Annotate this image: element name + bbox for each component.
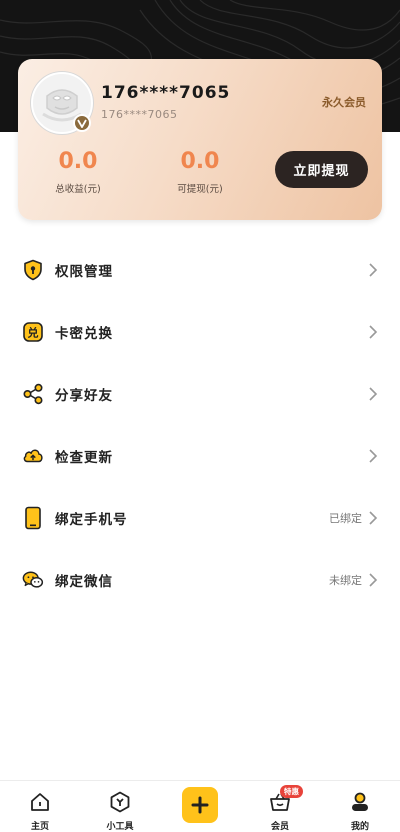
chevron-right-icon xyxy=(368,448,378,464)
chevron-right-icon xyxy=(368,386,378,402)
chevron-right-icon xyxy=(368,510,378,526)
menu-item-bind-wechat[interactable]: 绑定微信 未绑定 xyxy=(0,549,400,611)
cloud-upload-icon xyxy=(22,445,44,467)
user-id: 176****7065 xyxy=(101,108,178,121)
bottom-nav: 主页 小工具 特惠 会员 我的 xyxy=(0,780,400,832)
member-level-label: 永久会员 xyxy=(322,96,366,109)
menu-item-card-exchange[interactable]: 兑 卡密兑换 xyxy=(0,301,400,363)
menu-item-label: 绑定手机号 xyxy=(55,512,128,528)
nav-home[interactable]: 主页 xyxy=(10,781,70,832)
member-promo-badge: 特惠 xyxy=(280,785,303,798)
user-icon xyxy=(349,791,371,813)
tools-hexagon-icon xyxy=(109,791,131,813)
withdraw-button[interactable]: 立即提现 xyxy=(275,151,368,188)
chevron-right-icon xyxy=(368,324,378,340)
wechat-icon xyxy=(22,569,44,591)
menu-item-label: 绑定微信 xyxy=(55,574,113,590)
menu-item-label: 权限管理 xyxy=(55,264,113,280)
exchange-icon-glyph: 兑 xyxy=(28,326,39,340)
add-button[interactable] xyxy=(182,787,218,823)
exchange-icon: 兑 xyxy=(22,321,44,343)
menu-item-share-friends[interactable]: 分享好友 xyxy=(0,363,400,425)
menu-item-label: 检查更新 xyxy=(55,450,113,466)
plus-icon xyxy=(191,796,209,814)
share-icon xyxy=(22,383,44,405)
nav-member[interactable]: 特惠 会员 xyxy=(250,781,310,832)
chevron-right-icon xyxy=(368,262,378,278)
menu-item-label: 卡密兑换 xyxy=(55,326,113,342)
withdrawable-label: 可提现(元) xyxy=(177,184,223,195)
menu-item-permissions[interactable]: 权限管理 xyxy=(0,239,400,301)
nav-tools-label: 小工具 xyxy=(106,822,134,832)
nav-home-label: 主页 xyxy=(30,822,49,832)
shield-icon xyxy=(22,259,44,281)
home-icon xyxy=(29,791,51,813)
chevron-right-icon xyxy=(368,572,378,588)
wechat-bind-status: 未绑定 xyxy=(329,574,362,587)
nav-mine-label: 我的 xyxy=(350,822,369,832)
withdrawable-stat: 0.0 可提现(元) xyxy=(160,149,240,195)
nav-mine[interactable]: 我的 xyxy=(330,781,390,832)
settings-menu: 权限管理 兑 卡密兑换 分享好友 检查更新 绑定手机号 已绑定 绑定微信 未绑定 xyxy=(0,239,400,611)
total-income-value: 0.0 xyxy=(58,149,98,174)
menu-item-check-update[interactable]: 检查更新 xyxy=(0,425,400,487)
member-card: 176****7065 176****7065 永久会员 0.0 总收益(元) … xyxy=(18,59,382,220)
total-income-stat: 0.0 总收益(元) xyxy=(38,149,118,195)
vip-badge-icon xyxy=(73,114,91,132)
phone-icon xyxy=(22,506,44,530)
nav-member-label: 会员 xyxy=(270,822,289,832)
phone-bind-status: 已绑定 xyxy=(329,512,362,525)
withdrawable-value: 0.0 xyxy=(180,149,220,174)
total-income-label: 总收益(元) xyxy=(55,184,101,195)
nav-tools[interactable]: 小工具 xyxy=(90,781,150,832)
username: 176****7065 xyxy=(101,83,231,103)
menu-item-label: 分享好友 xyxy=(55,388,113,404)
menu-item-bind-phone[interactable]: 绑定手机号 已绑定 xyxy=(0,487,400,549)
